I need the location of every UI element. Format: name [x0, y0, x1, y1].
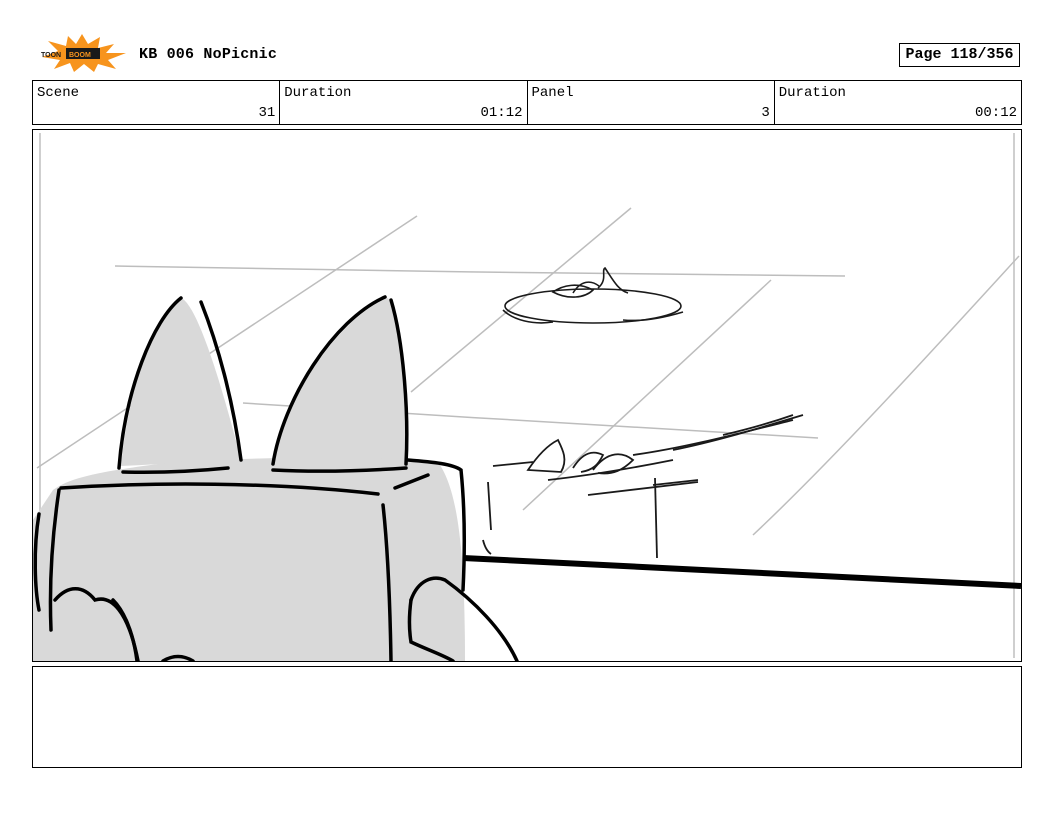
motion-sketch — [482, 414, 804, 559]
scene-duration-value: 01:12 — [480, 105, 523, 121]
floating-object-sketch — [502, 266, 684, 324]
character-sketch — [33, 295, 519, 661]
toonboom-logo: TOON BOOM — [41, 34, 126, 72]
svg-text:TOON: TOON — [41, 52, 61, 59]
svg-text:BOOM: BOOM — [69, 52, 91, 59]
panel-duration-cell: Duration 00:12 — [775, 81, 1021, 124]
storyboard-panel[interactable] — [32, 129, 1022, 662]
notes-area[interactable] — [32, 666, 1022, 768]
table-edge — [462, 555, 1021, 589]
panel-cell: Panel 3 — [528, 81, 775, 124]
scene-value: 31 — [258, 105, 276, 121]
panel-duration-label: Duration — [778, 85, 846, 101]
document-title: KB 006 NoPicnic — [139, 46, 278, 63]
page-indicator: Page 118/356 — [899, 43, 1020, 67]
panel-label: Panel — [531, 85, 574, 101]
scene-duration-cell: Duration 01:12 — [280, 81, 528, 124]
panel-value: 3 — [761, 105, 770, 121]
panel-sketch — [33, 133, 1021, 661]
scene-cell: Scene 31 — [33, 81, 281, 124]
panel-duration-value: 00:12 — [974, 105, 1017, 121]
scene-info-table: Scene 31 Duration 01:12 Panel 3 Duration… — [32, 80, 1022, 125]
scene-label: Scene — [37, 85, 80, 101]
scene-duration-label: Duration — [284, 85, 352, 101]
